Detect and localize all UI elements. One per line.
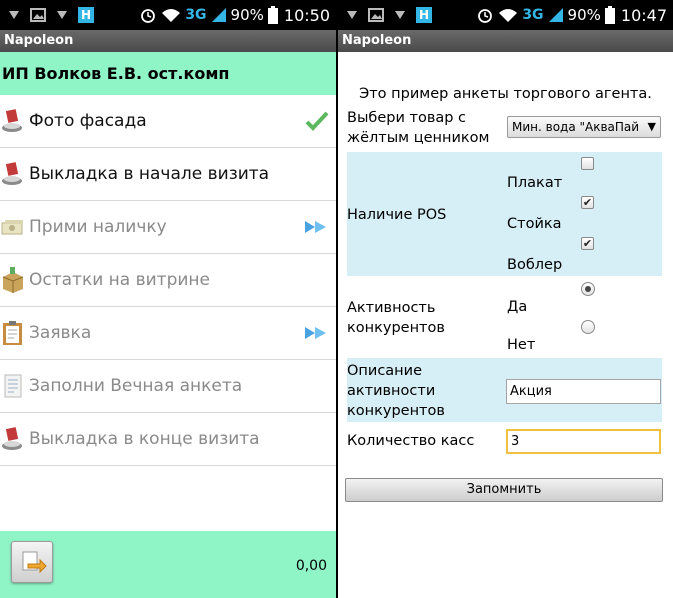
wifi-icon	[162, 9, 181, 22]
download-icon	[57, 11, 67, 19]
activity-no-label: Нет	[507, 337, 536, 353]
battery-icon	[604, 6, 615, 24]
photo-stand-icon	[0, 160, 26, 188]
usb-icon	[347, 11, 357, 19]
pos-wobbler-checkbox[interactable]: ✔	[581, 237, 594, 250]
photo-stand-icon	[0, 107, 26, 135]
save-button[interactable]: Запомнить	[345, 478, 663, 502]
pos-stand-label: Стойка	[507, 216, 562, 232]
hplus-icon: H	[416, 7, 432, 23]
activity-yes-radio[interactable]	[581, 282, 595, 296]
registers-label: Количество касс	[347, 433, 475, 449]
image-icon	[30, 8, 46, 22]
image-icon	[368, 8, 384, 22]
forward-arrow-icon	[305, 221, 326, 233]
usb-icon	[9, 11, 19, 19]
exit-arrow-icon	[22, 551, 47, 574]
menu-item-label: Остатки на витрине	[29, 270, 210, 290]
menu-item-end-display[interactable]: Выкладка в конце визита	[0, 413, 336, 466]
menu-item-label: Фото фасада	[29, 111, 147, 131]
box-icon	[0, 266, 26, 294]
left-screen: H 3G 90% 10:50 Napoleon ИП Волков Е.В. о…	[0, 0, 336, 598]
status-bar: H 3G 90% 10:50	[0, 0, 336, 30]
dropdown-arrow-icon: ▼	[647, 120, 656, 133]
client-name: ИП Волков Е.В. ост.комп	[0, 52, 336, 95]
status-bar: H 3G 90% 10:47	[338, 0, 673, 30]
menu-item-order[interactable]: Заявка	[0, 307, 336, 360]
forward-arrow-icon	[305, 327, 326, 339]
hplus-icon: H	[78, 7, 94, 23]
menu-item-facade-photo[interactable]: Фото фасада	[0, 95, 336, 148]
activity-yes-label: Да	[507, 299, 528, 315]
radio-selected-dot	[585, 286, 591, 292]
menu-item-label: Выкладка в начале визита	[29, 164, 270, 184]
status-right: 3G 90% 10:50	[139, 0, 330, 30]
competitor-activity-label: Активность конкурентов	[347, 300, 445, 336]
form-icon	[0, 372, 26, 400]
status-right: 3G 90% 10:47	[476, 0, 667, 30]
signal-icon	[548, 8, 563, 22]
photo-stand-icon	[0, 425, 26, 453]
alarm-icon	[478, 9, 493, 23]
menu-item-survey[interactable]: Заполни Вечная анкета	[0, 360, 336, 413]
network-type: 3G	[522, 7, 544, 23]
done-check-icon	[305, 111, 329, 131]
menu-item-label: Выкладка в конце визита	[29, 429, 260, 449]
cash-icon	[0, 213, 26, 241]
visit-menu: Фото фасада Выкладка в начале визита При…	[0, 95, 336, 466]
alarm-icon	[141, 9, 156, 23]
network-type: 3G	[185, 7, 207, 23]
menu-item-label: Заявка	[29, 323, 92, 343]
right-screen: H 3G 90% 10:47 Napoleon Это пример анкет…	[338, 0, 673, 598]
activity-description-label: Описание активности конкурентов	[347, 363, 445, 419]
clock: 10:50	[283, 5, 330, 25]
menu-item-label: Заполни Вечная анкета	[29, 376, 243, 396]
pos-wobbler-label: Воблер	[507, 257, 563, 273]
app-title-bar: Napoleon	[338, 30, 673, 52]
exit-button[interactable]	[11, 541, 53, 583]
battery-percent: 90%	[230, 6, 264, 24]
menu-item-take-cash[interactable]: Прими наличку	[0, 201, 336, 254]
survey-intro: Это пример анкеты торгового агента.	[359, 86, 652, 102]
visit-footer: 0,00	[0, 531, 336, 598]
registers-input[interactable]: 3	[506, 429, 661, 454]
pos-stand-checkbox[interactable]: ✔	[581, 196, 594, 209]
pos-poster-label: Плакат	[507, 175, 563, 191]
download-icon	[395, 11, 405, 19]
battery-icon	[267, 6, 278, 24]
product-select-label: Выбери товар с жёлтым ценником	[347, 110, 490, 146]
app-title-bar: Napoleon	[0, 30, 336, 52]
product-select-value: Мин. вода "АкваПай	[512, 120, 640, 134]
visit-total: 0,00	[295, 558, 327, 574]
product-select[interactable]: Мин. вода "АкваПай ▼	[507, 116, 661, 138]
wifi-icon	[499, 9, 518, 22]
menu-item-label: Прими наличку	[29, 217, 167, 237]
pos-label: Наличие POS	[347, 207, 447, 223]
clipboard-icon	[0, 319, 26, 347]
battery-percent: 90%	[567, 6, 601, 24]
pos-poster-checkbox[interactable]	[581, 157, 594, 170]
activity-description-input[interactable]: Акция	[506, 379, 661, 404]
menu-item-start-display[interactable]: Выкладка в начале визита	[0, 148, 336, 201]
activity-no-radio[interactable]	[581, 320, 595, 334]
clock: 10:47	[620, 5, 667, 25]
menu-item-showcase-stock[interactable]: Остатки на витрине	[0, 254, 336, 307]
signal-icon	[211, 8, 226, 22]
